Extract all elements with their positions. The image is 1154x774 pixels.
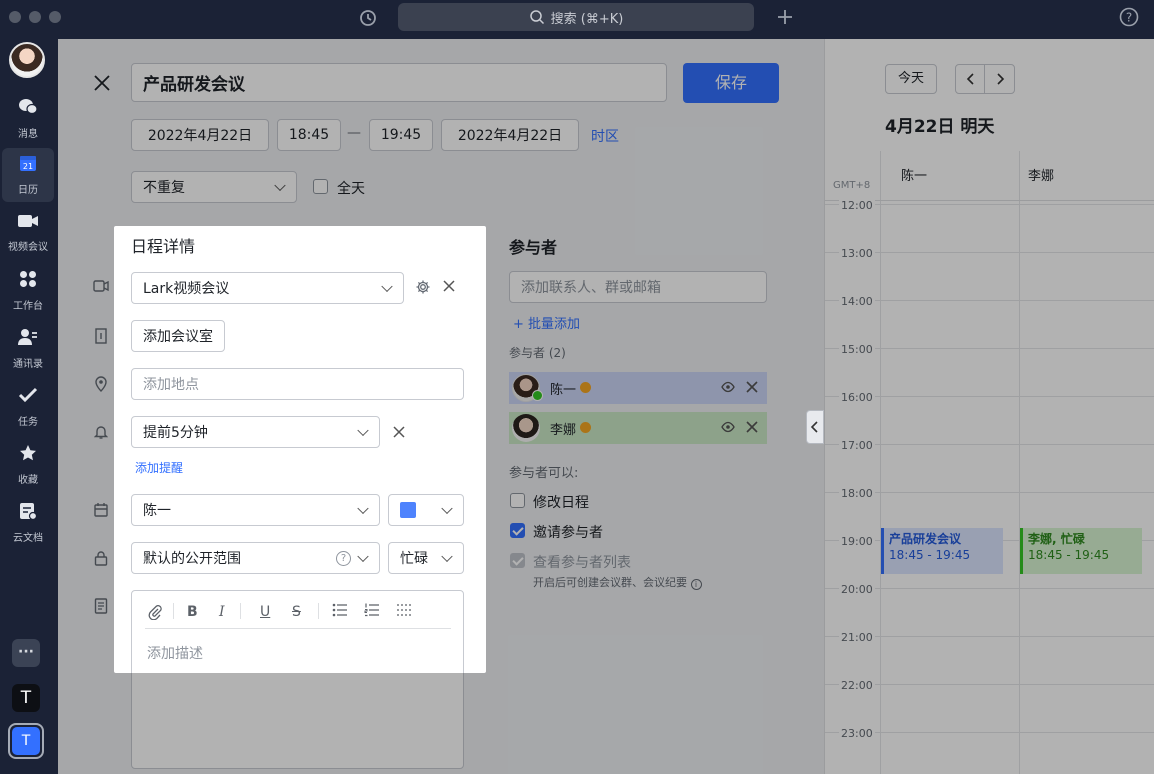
- user-avatar[interactable]: [9, 42, 45, 78]
- italic-icon[interactable]: I: [219, 604, 225, 620]
- workspace-t-dark[interactable]: T: [12, 684, 40, 712]
- dialog-heading: 日程详情: [131, 237, 196, 256]
- calendar-badge: 21: [23, 162, 33, 171]
- nav-label: 通讯录: [13, 359, 43, 370]
- search-placeholder: 搜索 (⌘+K): [550, 11, 624, 27]
- calendar-owner-value: 陈一: [143, 503, 171, 519]
- add-reminder-link[interactable]: 添加提醒: [135, 459, 183, 476]
- toolbar-divider: [173, 603, 174, 619]
- video-provider-select[interactable]: Lark视频会议: [131, 272, 404, 304]
- chevron-left-icon: [810, 421, 818, 433]
- color-swatch: [400, 502, 416, 518]
- nav-label: 日历: [18, 185, 38, 196]
- apps-grid-icon: [19, 270, 37, 293]
- title-bar: 搜索 (⌘+K) ?: [0, 0, 1154, 36]
- busy-select[interactable]: 忙碌: [388, 542, 464, 574]
- toolbar-separator: [145, 628, 451, 629]
- nav-tasks[interactable]: 任务: [2, 380, 54, 434]
- window-zoom-dot[interactable]: [49, 11, 61, 23]
- collapse-panel-button[interactable]: [806, 410, 824, 444]
- nav-video-meeting[interactable]: 视频会议: [2, 206, 54, 260]
- close-icon[interactable]: [443, 280, 455, 296]
- checkmark-icon: [18, 386, 38, 409]
- gear-icon[interactable]: [415, 279, 431, 299]
- color-select[interactable]: [388, 494, 464, 526]
- star-icon: [19, 444, 37, 467]
- toolbar-divider: [240, 603, 241, 619]
- chevron-down-icon: [357, 502, 369, 515]
- chevron-down-icon: [441, 550, 453, 563]
- more-apps-button[interactable]: ···: [12, 639, 40, 667]
- search-icon: [529, 10, 544, 25]
- bullet-list-icon[interactable]: [332, 603, 348, 621]
- workspace-t-selected[interactable]: T: [8, 723, 44, 759]
- nav-favorites[interactable]: 收藏: [2, 438, 54, 492]
- nav-contacts[interactable]: 通讯录: [2, 322, 54, 376]
- help-icon[interactable]: ?: [1119, 7, 1139, 31]
- nav-label: 收藏: [18, 475, 38, 486]
- reminder-select[interactable]: 提前5分钟: [131, 416, 380, 448]
- nav-label: 视频会议: [8, 242, 48, 253]
- chevron-down-icon: [381, 280, 393, 293]
- event-details-dialog: 日程详情 Lark视频会议 添加会议室 添加地点 提前5分钟 添加提醒 陈一 默…: [114, 226, 486, 673]
- strikethrough-icon[interactable]: S: [292, 604, 301, 620]
- plus-icon[interactable]: [776, 8, 794, 30]
- busy-value: 忙碌: [400, 551, 428, 567]
- description-input[interactable]: 添加描述: [147, 643, 203, 663]
- contacts-icon: [18, 328, 38, 351]
- attachment-icon[interactable]: [148, 604, 162, 624]
- numbered-list-icon[interactable]: [364, 603, 380, 621]
- workspace-letter: T: [12, 727, 40, 755]
- underline-icon[interactable]: U: [260, 604, 270, 620]
- video-camera-icon: [17, 213, 39, 234]
- nav-calendar[interactable]: 21 日历: [2, 148, 54, 202]
- visibility-value: 默认的公开范围: [143, 551, 241, 567]
- chevron-down-icon: [441, 502, 453, 515]
- remove-reminder-icon[interactable]: [393, 426, 405, 442]
- calendar-icon: 21: [19, 154, 37, 177]
- chevron-down-icon: [357, 550, 369, 563]
- chevron-down-icon: [357, 424, 369, 437]
- global-search[interactable]: 搜索 (⌘+K): [398, 3, 754, 31]
- video-provider-value: Lark视频会议: [143, 281, 230, 297]
- nav-label: 云文档: [13, 533, 43, 544]
- nav-workplace[interactable]: 工作台: [2, 264, 54, 318]
- description-editor: B I U S 添加描述: [131, 590, 464, 673]
- nav-label: 任务: [18, 417, 38, 428]
- svg-text:?: ?: [1126, 11, 1132, 25]
- location-input[interactable]: 添加地点: [131, 368, 464, 400]
- visibility-select[interactable]: 默认的公开范围 ?: [131, 542, 380, 574]
- help-icon[interactable]: ?: [336, 551, 351, 566]
- bold-icon[interactable]: B: [187, 604, 198, 620]
- nav-messages[interactable]: 消息: [2, 92, 54, 146]
- chat-icon: [18, 98, 38, 121]
- left-nav: 消息 21 日历 视频会议 工作台 通讯录 任务 收藏 云文档 ··· T T: [0, 36, 58, 774]
- modal-overlay-right[interactable]: [824, 39, 1154, 774]
- window-minimize-dot[interactable]: [29, 11, 41, 23]
- reminder-value: 提前5分钟: [143, 425, 208, 441]
- toolbar-divider: [318, 603, 319, 619]
- divider-line-icon[interactable]: [396, 603, 412, 621]
- window-close-dot[interactable]: [9, 11, 21, 23]
- nav-label: 消息: [18, 129, 38, 140]
- document-icon: [19, 502, 38, 525]
- history-icon[interactable]: [358, 8, 378, 32]
- calendar-owner-select[interactable]: 陈一: [131, 494, 380, 526]
- add-room-button[interactable]: 添加会议室: [131, 320, 225, 352]
- nav-docs[interactable]: 云文档: [2, 496, 54, 550]
- nav-label: 工作台: [13, 301, 43, 312]
